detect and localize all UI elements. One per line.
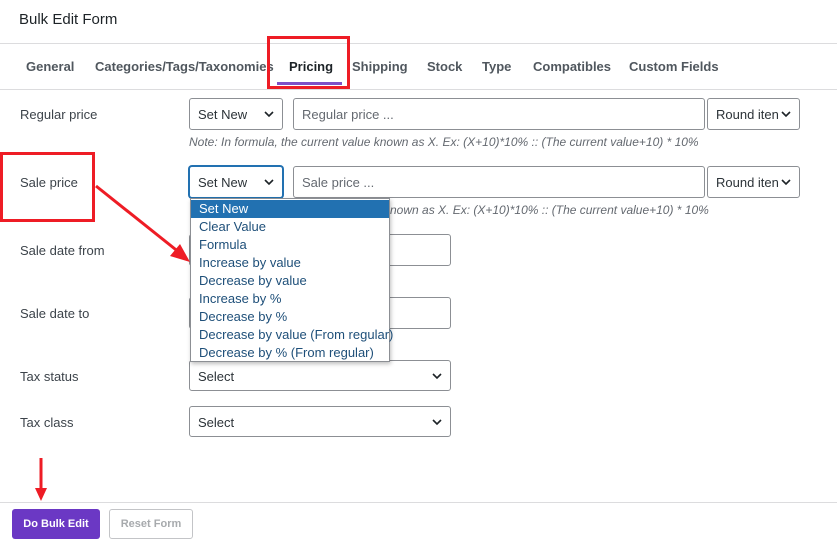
- sale-date-from-label: Sale date from: [20, 243, 105, 258]
- tax-class-select[interactable]: Select: [189, 406, 451, 437]
- tab-categories-tags-taxonomies[interactable]: Categories/Tags/Taxonomies: [95, 59, 274, 74]
- dropdown-option-formula[interactable]: Formula: [191, 236, 389, 254]
- dropdown-option-clear-value[interactable]: Clear Value: [191, 218, 389, 236]
- tab-type[interactable]: Type: [482, 59, 511, 74]
- arrow-to-bulk-edit-button: [35, 458, 47, 501]
- sale-price-placeholder: Sale price ...: [302, 175, 375, 190]
- chevron-down-icon: [432, 419, 442, 426]
- tax-class-value: Select: [198, 415, 235, 430]
- tax-status-value: Select: [198, 369, 235, 384]
- sale-date-to-label: Sale date to: [20, 306, 90, 321]
- dropdown-option-decrease-by-value[interactable]: Decrease by value: [191, 272, 389, 290]
- sale-price-label: Sale price: [20, 175, 78, 190]
- regular-price-round-select[interactable]: Round iten: [707, 98, 800, 130]
- sale-price-mode-select[interactable]: Set New: [189, 166, 283, 198]
- tab-custom-fields[interactable]: Custom Fields: [629, 59, 719, 74]
- tax-class-label: Tax class: [20, 415, 74, 430]
- form-header: Bulk Edit Form: [0, 0, 837, 44]
- sale-price-round-value: Round iten: [716, 175, 779, 190]
- dropdown-option-set-new[interactable]: Set New: [191, 200, 389, 218]
- tab-shipping[interactable]: Shipping: [352, 59, 408, 74]
- do-bulk-edit-button[interactable]: Do Bulk Edit: [12, 509, 100, 539]
- tax-status-label: Tax status: [20, 369, 79, 384]
- tab-bar: General Categories/Tags/Taxonomies Prici…: [0, 44, 837, 90]
- sale-price-input[interactable]: Sale price ...: [293, 166, 705, 198]
- regular-price-label: Regular price: [20, 107, 98, 122]
- regular-price-note: Note: In formula, the current value know…: [189, 135, 699, 149]
- regular-price-mode-value: Set New: [198, 107, 248, 122]
- regular-price-placeholder: Regular price ...: [302, 107, 394, 122]
- sale-price-note: nown as X. Ex: (X+10)*10% :: (The curren…: [390, 203, 709, 217]
- page-title: Bulk Edit Form: [19, 11, 118, 28]
- tab-general[interactable]: General: [26, 59, 74, 74]
- chevron-down-icon: [432, 373, 442, 380]
- dropdown-option-decrease-by-value-from-regular[interactable]: Decrease by value (From regular): [191, 326, 393, 344]
- regular-price-round-value: Round iten: [716, 107, 779, 122]
- chevron-down-icon: [781, 111, 791, 118]
- chevron-down-icon: [264, 111, 274, 118]
- annotation-box-pricing-tab: [267, 36, 350, 89]
- sale-price-round-select[interactable]: Round iten: [707, 166, 800, 198]
- chevron-down-icon: [264, 179, 274, 186]
- dropdown-option-increase-by-percent[interactable]: Increase by %: [191, 290, 389, 308]
- tab-stock[interactable]: Stock: [427, 59, 462, 74]
- sale-price-mode-dropdown: Set New Clear Value Formula Increase by …: [190, 198, 393, 362]
- reset-form-button[interactable]: Reset Form: [109, 509, 193, 539]
- dropdown-option-increase-by-value[interactable]: Increase by value: [191, 254, 389, 272]
- dropdown-option-decrease-by-percent[interactable]: Decrease by %: [191, 308, 389, 326]
- arrow-to-dropdown: [95, 184, 190, 262]
- dropdown-option-decrease-by-percent-from-regular[interactable]: Decrease by % (From regular): [191, 344, 389, 362]
- sale-price-mode-value: Set New: [198, 175, 248, 190]
- tab-compatibles[interactable]: Compatibles: [533, 59, 611, 74]
- regular-price-mode-select[interactable]: Set New: [189, 98, 283, 130]
- tax-status-select[interactable]: Select: [189, 360, 451, 391]
- chevron-down-icon: [781, 179, 791, 186]
- regular-price-input[interactable]: Regular price ...: [293, 98, 705, 130]
